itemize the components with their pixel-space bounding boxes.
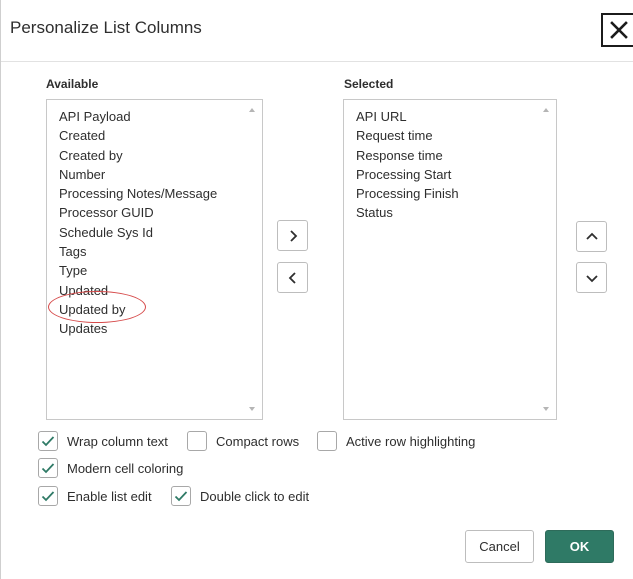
enable-list-edit-label: Enable list edit: [67, 488, 152, 504]
available-list-item[interactable]: Updated by: [59, 300, 217, 319]
active-row-highlighting-checkbox[interactable]: [317, 431, 337, 451]
available-list-item[interactable]: Schedule Sys Id: [59, 223, 217, 242]
compact-rows-option[interactable]: Compact rows: [187, 431, 299, 451]
available-listbox[interactable]: API Payload Created Created by Number Proces…: [46, 99, 263, 420]
chevron-right-icon: [289, 229, 297, 242]
close-button[interactable]: [601, 13, 633, 47]
available-list-item[interactable]: Processing Notes/Message: [59, 184, 217, 203]
selected-scroll-down-icon[interactable]: [543, 407, 549, 411]
chevron-up-icon: [585, 232, 598, 240]
selected-list-item[interactable]: Status: [356, 203, 459, 222]
double-click-to-edit-checkbox[interactable]: [171, 486, 191, 506]
available-list-item[interactable]: API Payload: [59, 107, 217, 126]
compact-rows-checkbox[interactable]: [187, 431, 207, 451]
compact-rows-label: Compact rows: [216, 433, 300, 449]
wrap-column-text-checkbox[interactable]: [38, 431, 58, 451]
selected-listbox[interactable]: API URL Request time Response time Processi…: [343, 99, 557, 420]
move-up-button[interactable]: [576, 221, 607, 252]
available-scroll-up-icon[interactable]: [249, 108, 255, 112]
active-row-highlighting-option[interactable]: Active row highlighting: [317, 431, 475, 451]
dialog-header: Personalize List Columns: [1, 0, 633, 62]
checkmark-icon: [41, 436, 55, 447]
selected-list-item[interactable]: Processing Finish: [356, 184, 459, 203]
selected-label: Selected: [344, 77, 394, 91]
double-click-to-edit-option[interactable]: Double click to edit: [171, 486, 309, 506]
available-items: API Payload Created Created by Number Proces…: [59, 107, 217, 339]
available-list-item[interactable]: Tags: [59, 242, 217, 261]
selected-list-item[interactable]: Response time: [356, 146, 459, 165]
modern-cell-coloring-option[interactable]: Modern cell coloring: [38, 458, 183, 478]
available-list-item[interactable]: Number: [59, 165, 217, 184]
checkmark-icon: [174, 491, 188, 502]
wrap-column-text-label: Wrap column text: [67, 433, 168, 449]
enable-list-edit-option[interactable]: Enable list edit: [38, 486, 152, 506]
available-label: Available: [46, 77, 99, 91]
selected-items: API URL Request time Response time Processi…: [356, 107, 459, 223]
selected-scroll-up-icon[interactable]: [543, 108, 549, 112]
cancel-button[interactable]: Cancel: [465, 530, 534, 563]
move-down-button[interactable]: [576, 262, 607, 293]
available-list-item[interactable]: Type: [59, 261, 217, 280]
available-list-item[interactable]: Processor GUID: [59, 203, 217, 222]
selected-list-item[interactable]: Processing Start: [356, 165, 459, 184]
checkmark-icon: [41, 491, 55, 502]
selected-list-item[interactable]: API URL: [356, 107, 459, 126]
checkmark-icon: [41, 463, 55, 474]
wrap-column-text-option[interactable]: Wrap column text: [38, 431, 168, 451]
available-list-item[interactable]: Updated: [59, 281, 217, 300]
available-list-item[interactable]: Created by: [59, 146, 217, 165]
chevron-left-icon: [288, 271, 296, 284]
dialog-title: Personalize List Columns: [10, 18, 202, 37]
available-list-item[interactable]: Created: [59, 126, 217, 145]
chevron-down-icon: [585, 274, 598, 282]
modern-cell-coloring-checkbox[interactable]: [38, 458, 58, 478]
active-row-highlighting-label: Active row highlighting: [346, 433, 476, 449]
ok-button[interactable]: OK: [545, 530, 614, 563]
available-list-item[interactable]: Updates: [59, 319, 217, 338]
modern-cell-coloring-label: Modern cell coloring: [67, 460, 184, 476]
available-scroll-down-icon[interactable]: [249, 407, 255, 411]
add-column-button[interactable]: [277, 220, 308, 251]
remove-column-button[interactable]: [277, 262, 308, 293]
personalize-list-columns-dialog: Personalize List Columns Available API P…: [0, 0, 633, 579]
double-click-to-edit-label: Double click to edit: [200, 488, 310, 504]
enable-list-edit-checkbox[interactable]: [38, 486, 58, 506]
close-icon: [609, 21, 628, 39]
selected-list-item[interactable]: Request time: [356, 126, 459, 145]
